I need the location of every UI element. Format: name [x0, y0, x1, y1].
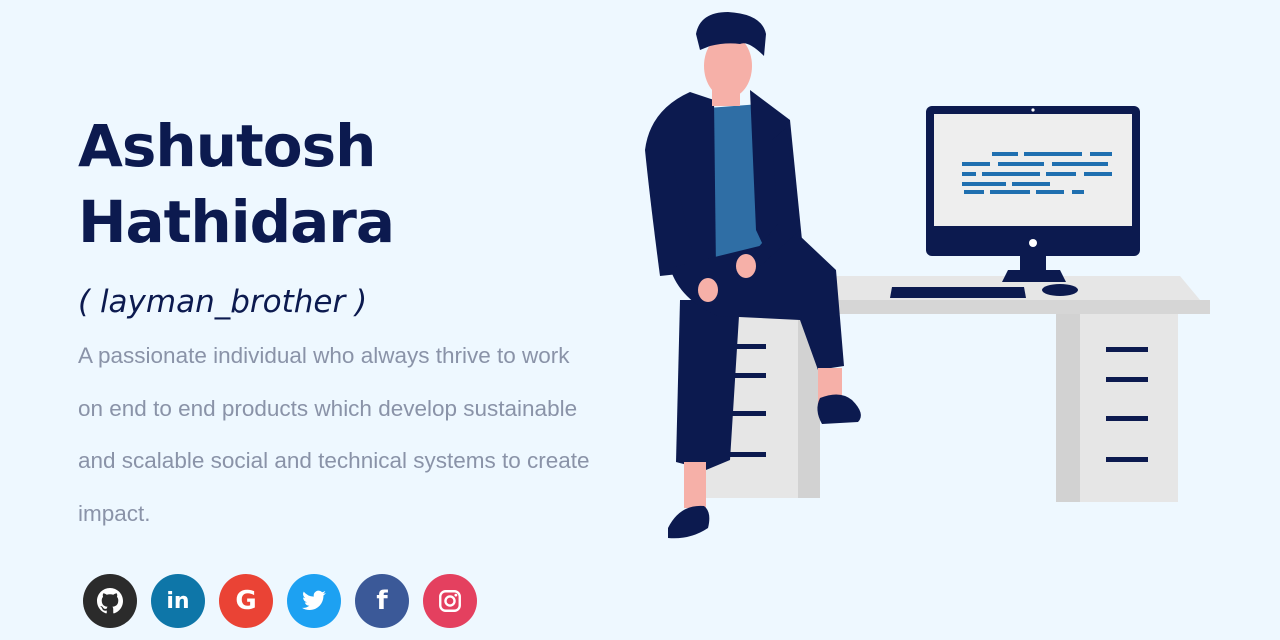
hero-nickname: ( layman_brother )	[78, 284, 368, 320]
facebook-icon: f	[376, 586, 388, 616]
hero-bio: A passionate individual who always thriv…	[78, 343, 590, 526]
github-icon	[97, 588, 123, 614]
hero-name: Ashutosh Hathidara	[78, 108, 618, 260]
facebook-link[interactable]: f	[355, 574, 409, 628]
github-link[interactable]	[83, 574, 137, 628]
twitter-icon	[302, 590, 326, 610]
linkedin-link[interactable]: in	[151, 574, 205, 628]
google-icon: G	[235, 586, 257, 616]
name-last: Hathidara	[78, 188, 395, 256]
developer-illustration	[645, 12, 1210, 539]
hero-section: Ashutosh Hathidara ( layman_brother ) A …	[78, 108, 618, 540]
twitter-link[interactable]	[287, 574, 341, 628]
social-links: in G f	[83, 574, 477, 628]
google-link[interactable]: G	[219, 574, 273, 628]
instagram-link[interactable]	[423, 574, 477, 628]
name-first: Ashutosh	[78, 112, 376, 180]
instagram-icon	[439, 590, 461, 612]
linkedin-icon: in	[166, 588, 190, 614]
